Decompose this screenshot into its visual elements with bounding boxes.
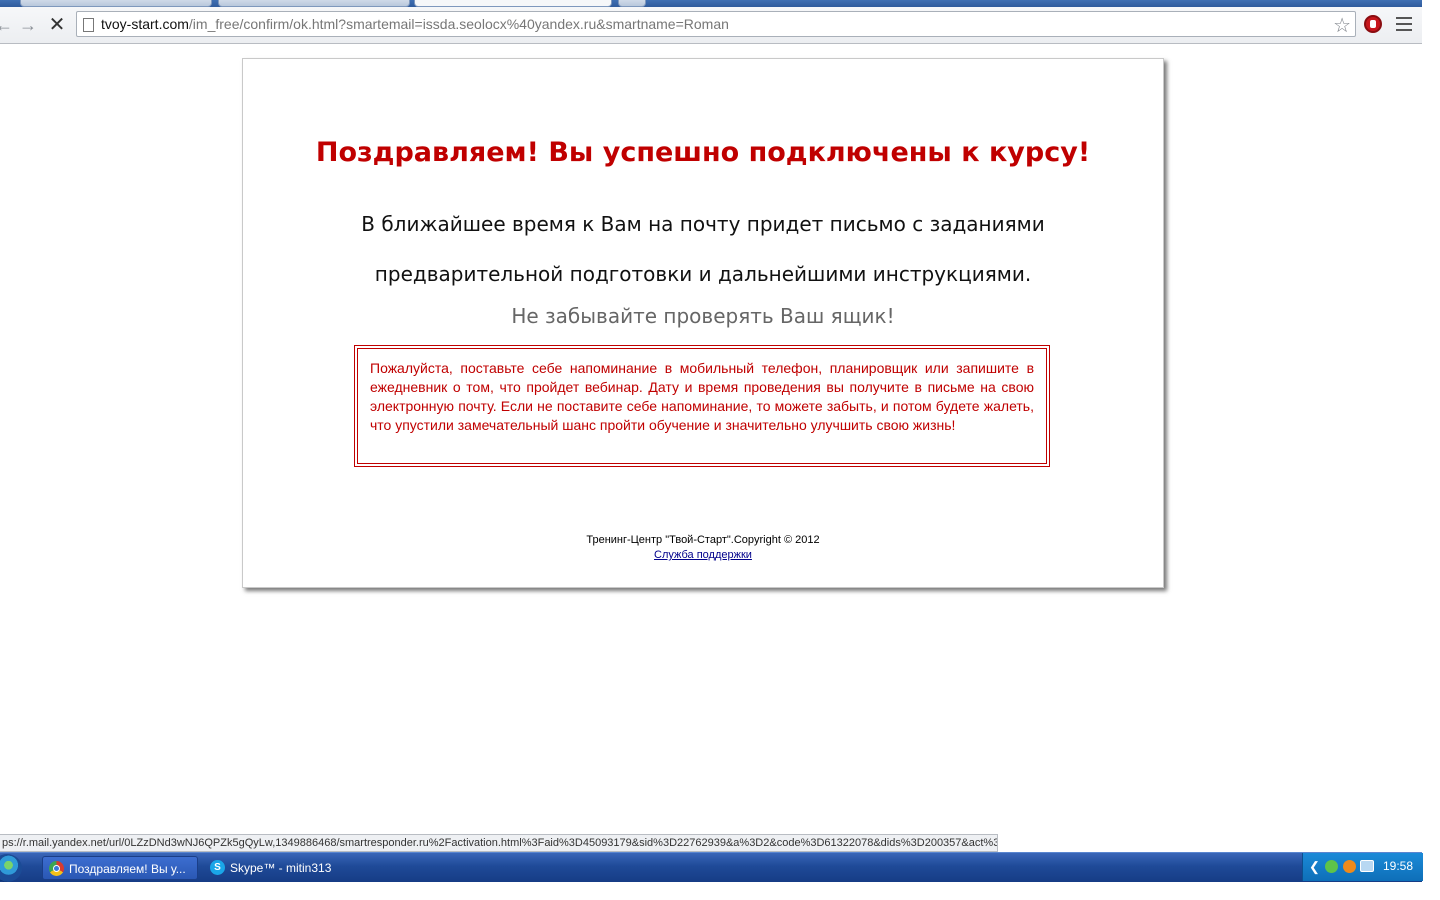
- chrome-icon: [49, 861, 64, 876]
- url-path: /im_free/confirm/ok.html?smartemail=issd…: [188, 16, 729, 32]
- start-button[interactable]: [0, 854, 22, 882]
- clock[interactable]: 19:58: [1383, 859, 1413, 873]
- adblock-extension-icon[interactable]: [1364, 15, 1382, 33]
- content-card: Поздравляем! Вы успешно подключены к кур…: [242, 58, 1164, 588]
- url-host: tvoy-start.com: [101, 16, 189, 32]
- message-line-1: В ближайшее время к Вам на почту придет …: [361, 212, 1045, 236]
- skype-icon: S: [210, 860, 225, 875]
- window-edge: [1422, 0, 1440, 900]
- tab-strip: [0, 0, 1422, 7]
- mailbox-reminder: Не забывайте проверять Ваш ящик!: [511, 304, 895, 328]
- network-icon[interactable]: [1360, 860, 1374, 872]
- security-shield-icon[interactable]: [1325, 860, 1338, 873]
- notice-inner-border: Пожалуйста, поставьте себе напоминание в…: [357, 348, 1047, 464]
- taskbar-item-chrome[interactable]: Поздравляем! Вы у...: [42, 856, 198, 880]
- page-icon: [83, 18, 94, 32]
- show-hidden-icons-icon[interactable]: ❮: [1309, 859, 1320, 875]
- back-icon[interactable]: ←: [0, 14, 16, 36]
- browser-tab-active[interactable]: [414, 0, 612, 7]
- forward-icon[interactable]: →: [16, 14, 40, 36]
- browser-tab[interactable]: [20, 0, 212, 7]
- taskbar-item-label: Skype™ - mitin313: [230, 861, 332, 875]
- new-tab-button[interactable]: [618, 0, 646, 7]
- support-link-wrap: Служба поддержки: [243, 549, 1163, 561]
- message-line-2: предварительной подготовки и дальнейшими…: [374, 262, 1032, 286]
- address-bar[interactable]: tvoy-start.com/im_free/confirm/ok.html?s…: [76, 11, 1356, 37]
- taskbar-item-label: Поздравляем! Вы у...: [69, 862, 186, 876]
- taskbar: Поздравляем! Вы у... S Skype™ - mitin313…: [0, 852, 1423, 882]
- notice-box: Пожалуйста, поставьте себе напоминание в…: [354, 345, 1050, 467]
- antivirus-icon[interactable]: [1343, 860, 1356, 873]
- menu-icon[interactable]: [1396, 17, 1412, 31]
- browser-tab[interactable]: [218, 0, 410, 7]
- browser-toolbar: ← → ✕ tvoy-start.com/im_free/confirm/ok.…: [0, 7, 1422, 44]
- page-title: Поздравляем! Вы успешно подключены к кур…: [315, 137, 1091, 168]
- system-tray: ❮ 19:58: [1302, 853, 1423, 881]
- stop-loading-icon[interactable]: ✕: [45, 14, 69, 36]
- screen-bottom-margin: [0, 882, 1440, 900]
- bookmark-star-icon[interactable]: ☆: [1333, 13, 1351, 38]
- status-url-bubble: ps://r.mail.yandex.net/url/0LZzDNd3wNJ6Q…: [0, 834, 998, 852]
- support-link[interactable]: Служба поддержки: [654, 549, 752, 561]
- url-text[interactable]: tvoy-start.com/im_free/confirm/ok.html?s…: [101, 16, 729, 32]
- notice-text: Пожалуйста, поставьте себе напоминание в…: [370, 360, 1034, 433]
- taskbar-item-skype[interactable]: S Skype™ - mitin313: [204, 856, 364, 880]
- copyright-text: Тренинг-Центр "Твой-Старт".Copyright © 2…: [586, 534, 820, 546]
